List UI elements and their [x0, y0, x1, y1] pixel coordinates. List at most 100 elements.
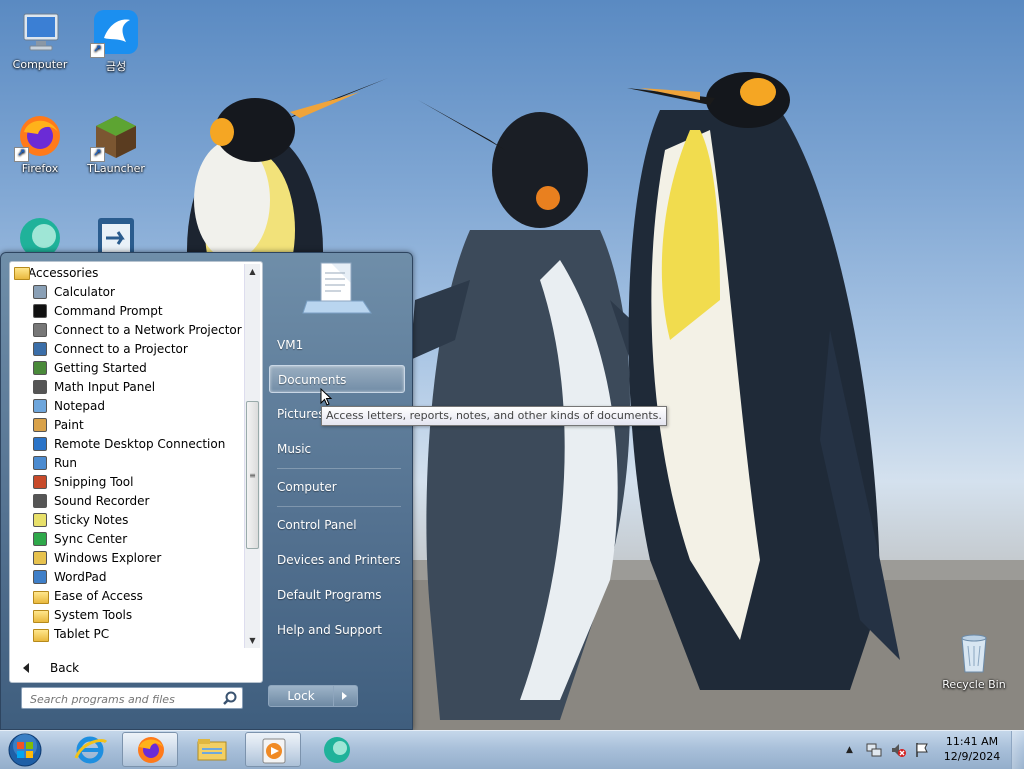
- music-link[interactable]: Music: [269, 435, 405, 463]
- program-item[interactable]: Snipping Tool: [12, 473, 244, 492]
- search-icon[interactable]: [223, 691, 237, 705]
- folder-label: Accessories: [28, 266, 99, 280]
- program-item-label: Run: [54, 456, 78, 470]
- program-item[interactable]: Remote Desktop Connection: [12, 435, 244, 454]
- program-item-label: Connect to a Projector: [54, 342, 188, 356]
- media-player-icon: [262, 738, 286, 764]
- windows-explorer-icon: [197, 739, 227, 761]
- taskbar: ▲ 11:41 AM 12/9/2024: [0, 730, 1024, 769]
- desktop-icon-recycle-bin[interactable]: Recycle Bin: [936, 632, 1012, 691]
- program-item[interactable]: Calculator: [12, 283, 244, 302]
- program-item-label: Sticky Notes: [54, 513, 129, 527]
- start-button[interactable]: [7, 732, 43, 768]
- program-item[interactable]: Windows Explorer: [12, 549, 244, 568]
- tlauncher-icon: ↗: [90, 112, 140, 162]
- default-programs-link[interactable]: Default Programs: [269, 581, 405, 609]
- user-picture[interactable]: [301, 257, 373, 321]
- shortcut-arrow-icon: ↗: [14, 147, 29, 162]
- program-item[interactable]: Tablet PC: [12, 625, 244, 644]
- show-hidden-icons-icon[interactable]: ▲: [846, 742, 862, 758]
- network-icon[interactable]: [866, 742, 882, 758]
- taskbar-windows-explorer[interactable]: [184, 732, 240, 767]
- program-item[interactable]: Command Prompt: [12, 302, 244, 321]
- program-item[interactable]: Connect to a Projector: [12, 340, 244, 359]
- program-item[interactable]: Sync Center: [12, 530, 244, 549]
- start-menu: Accessories Calculator Command Prompt Conn…: [0, 252, 413, 730]
- program-list: Accessories Calculator Command Prompt Conn…: [12, 264, 244, 648]
- desktop-icon-app[interactable]: ↗ 금성: [78, 8, 154, 74]
- shutdown-options-button[interactable]: [334, 685, 358, 707]
- internet-explorer-icon: [74, 736, 108, 764]
- taskbar-app[interactable]: [308, 732, 364, 767]
- help-support-link[interactable]: Help and Support: [269, 616, 405, 644]
- program-item-label: System Tools: [54, 608, 133, 622]
- taskbar-firefox[interactable]: [122, 732, 178, 767]
- search-box[interactable]: [21, 687, 243, 709]
- folder-accessories[interactable]: Accessories: [12, 264, 244, 283]
- program-item[interactable]: Sound Recorder: [12, 492, 244, 511]
- calculator-icon: [33, 285, 47, 299]
- scroll-up-arrow-icon[interactable]: ▲: [245, 264, 260, 279]
- taskbar-internet-explorer[interactable]: [62, 732, 118, 767]
- program-item-label: Math Input Panel: [54, 380, 156, 394]
- search-input[interactable]: [28, 689, 222, 709]
- desktop-icon-tlauncher[interactable]: ↗ TLauncher: [78, 112, 154, 175]
- program-item[interactable]: Ease of Access: [12, 587, 244, 606]
- lock-button-group: Lock: [268, 685, 358, 707]
- user-folder-link[interactable]: VM1: [269, 331, 405, 359]
- program-item[interactable]: Math Input Panel: [12, 378, 244, 397]
- lock-button[interactable]: Lock: [268, 685, 334, 707]
- firefox-icon: [138, 737, 164, 763]
- clock[interactable]: 11:41 AM 12/9/2024: [934, 734, 1010, 764]
- scroll-down-arrow-icon[interactable]: ▼: [245, 633, 260, 648]
- desktop-icon-firefox[interactable]: ↗ Firefox: [2, 112, 78, 175]
- computer-link[interactable]: Computer: [269, 473, 405, 501]
- program-item[interactable]: Run: [12, 454, 244, 473]
- program-item[interactable]: WordPad: [12, 568, 244, 587]
- program-item-label: Ease of Access: [54, 589, 143, 603]
- clock-time: 11:41 AM: [945, 735, 999, 748]
- windows-orb-icon: [8, 733, 42, 767]
- back-label: Back: [50, 661, 80, 675]
- show-desktop-button[interactable]: [1011, 731, 1024, 769]
- menu-separator: [277, 506, 401, 507]
- control-panel-link[interactable]: Control Panel: [269, 511, 405, 539]
- program-item[interactable]: Paint: [12, 416, 244, 435]
- folder-icon: [14, 267, 30, 280]
- math-input-icon: [33, 380, 47, 394]
- desktop-icon-label: Computer: [12, 58, 68, 71]
- program-item-label: Sync Center: [54, 532, 128, 546]
- program-list-scrollbar[interactable]: ▲ ≡ ▼: [244, 264, 260, 648]
- program-item[interactable]: Connect to a Network Projector: [12, 321, 244, 340]
- program-item-label: Remote Desktop Connection: [54, 437, 226, 451]
- volume-muted-icon[interactable]: [890, 742, 906, 758]
- program-item[interactable]: System Tools: [12, 606, 244, 625]
- program-item-label: Getting Started: [54, 361, 147, 375]
- mouse-cursor-icon: [320, 388, 333, 406]
- all-programs-panel: Accessories Calculator Command Prompt Conn…: [9, 261, 263, 683]
- program-item-label: Connect to a Network Projector: [54, 323, 242, 337]
- clock-date: 12/9/2024: [943, 750, 1001, 763]
- getting-started-icon: [33, 361, 47, 375]
- desktop-icon-label: TLauncher: [87, 162, 145, 175]
- taskbar-media-player[interactable]: [245, 732, 301, 767]
- desktop-icon-label: 금성: [105, 60, 127, 73]
- paint-icon: [33, 418, 47, 432]
- accessories-items: Calculator Command Prompt Connect to a Net…: [12, 283, 244, 644]
- scrollbar-thumb[interactable]: ≡: [246, 401, 259, 549]
- program-item[interactable]: Notepad: [12, 397, 244, 416]
- desktop-icon-computer[interactable]: Computer: [2, 8, 78, 71]
- folder-icon: [33, 591, 49, 604]
- explorer-icon: [33, 551, 47, 565]
- program-item[interactable]: Getting Started: [12, 359, 244, 378]
- devices-printers-link[interactable]: Devices and Printers: [269, 546, 405, 574]
- desktop-icon-label: Firefox: [21, 162, 59, 175]
- back-button[interactable]: Back: [12, 658, 242, 678]
- program-item[interactable]: Sticky Notes: [12, 511, 244, 530]
- action-center-flag-icon[interactable]: [914, 742, 930, 758]
- sticky-notes-icon: [33, 513, 47, 527]
- documents-link[interactable]: Documents: [269, 365, 405, 393]
- program-item-label: Notepad: [54, 399, 105, 413]
- sync-icon: [33, 532, 47, 546]
- network-projector-icon: [33, 323, 47, 337]
